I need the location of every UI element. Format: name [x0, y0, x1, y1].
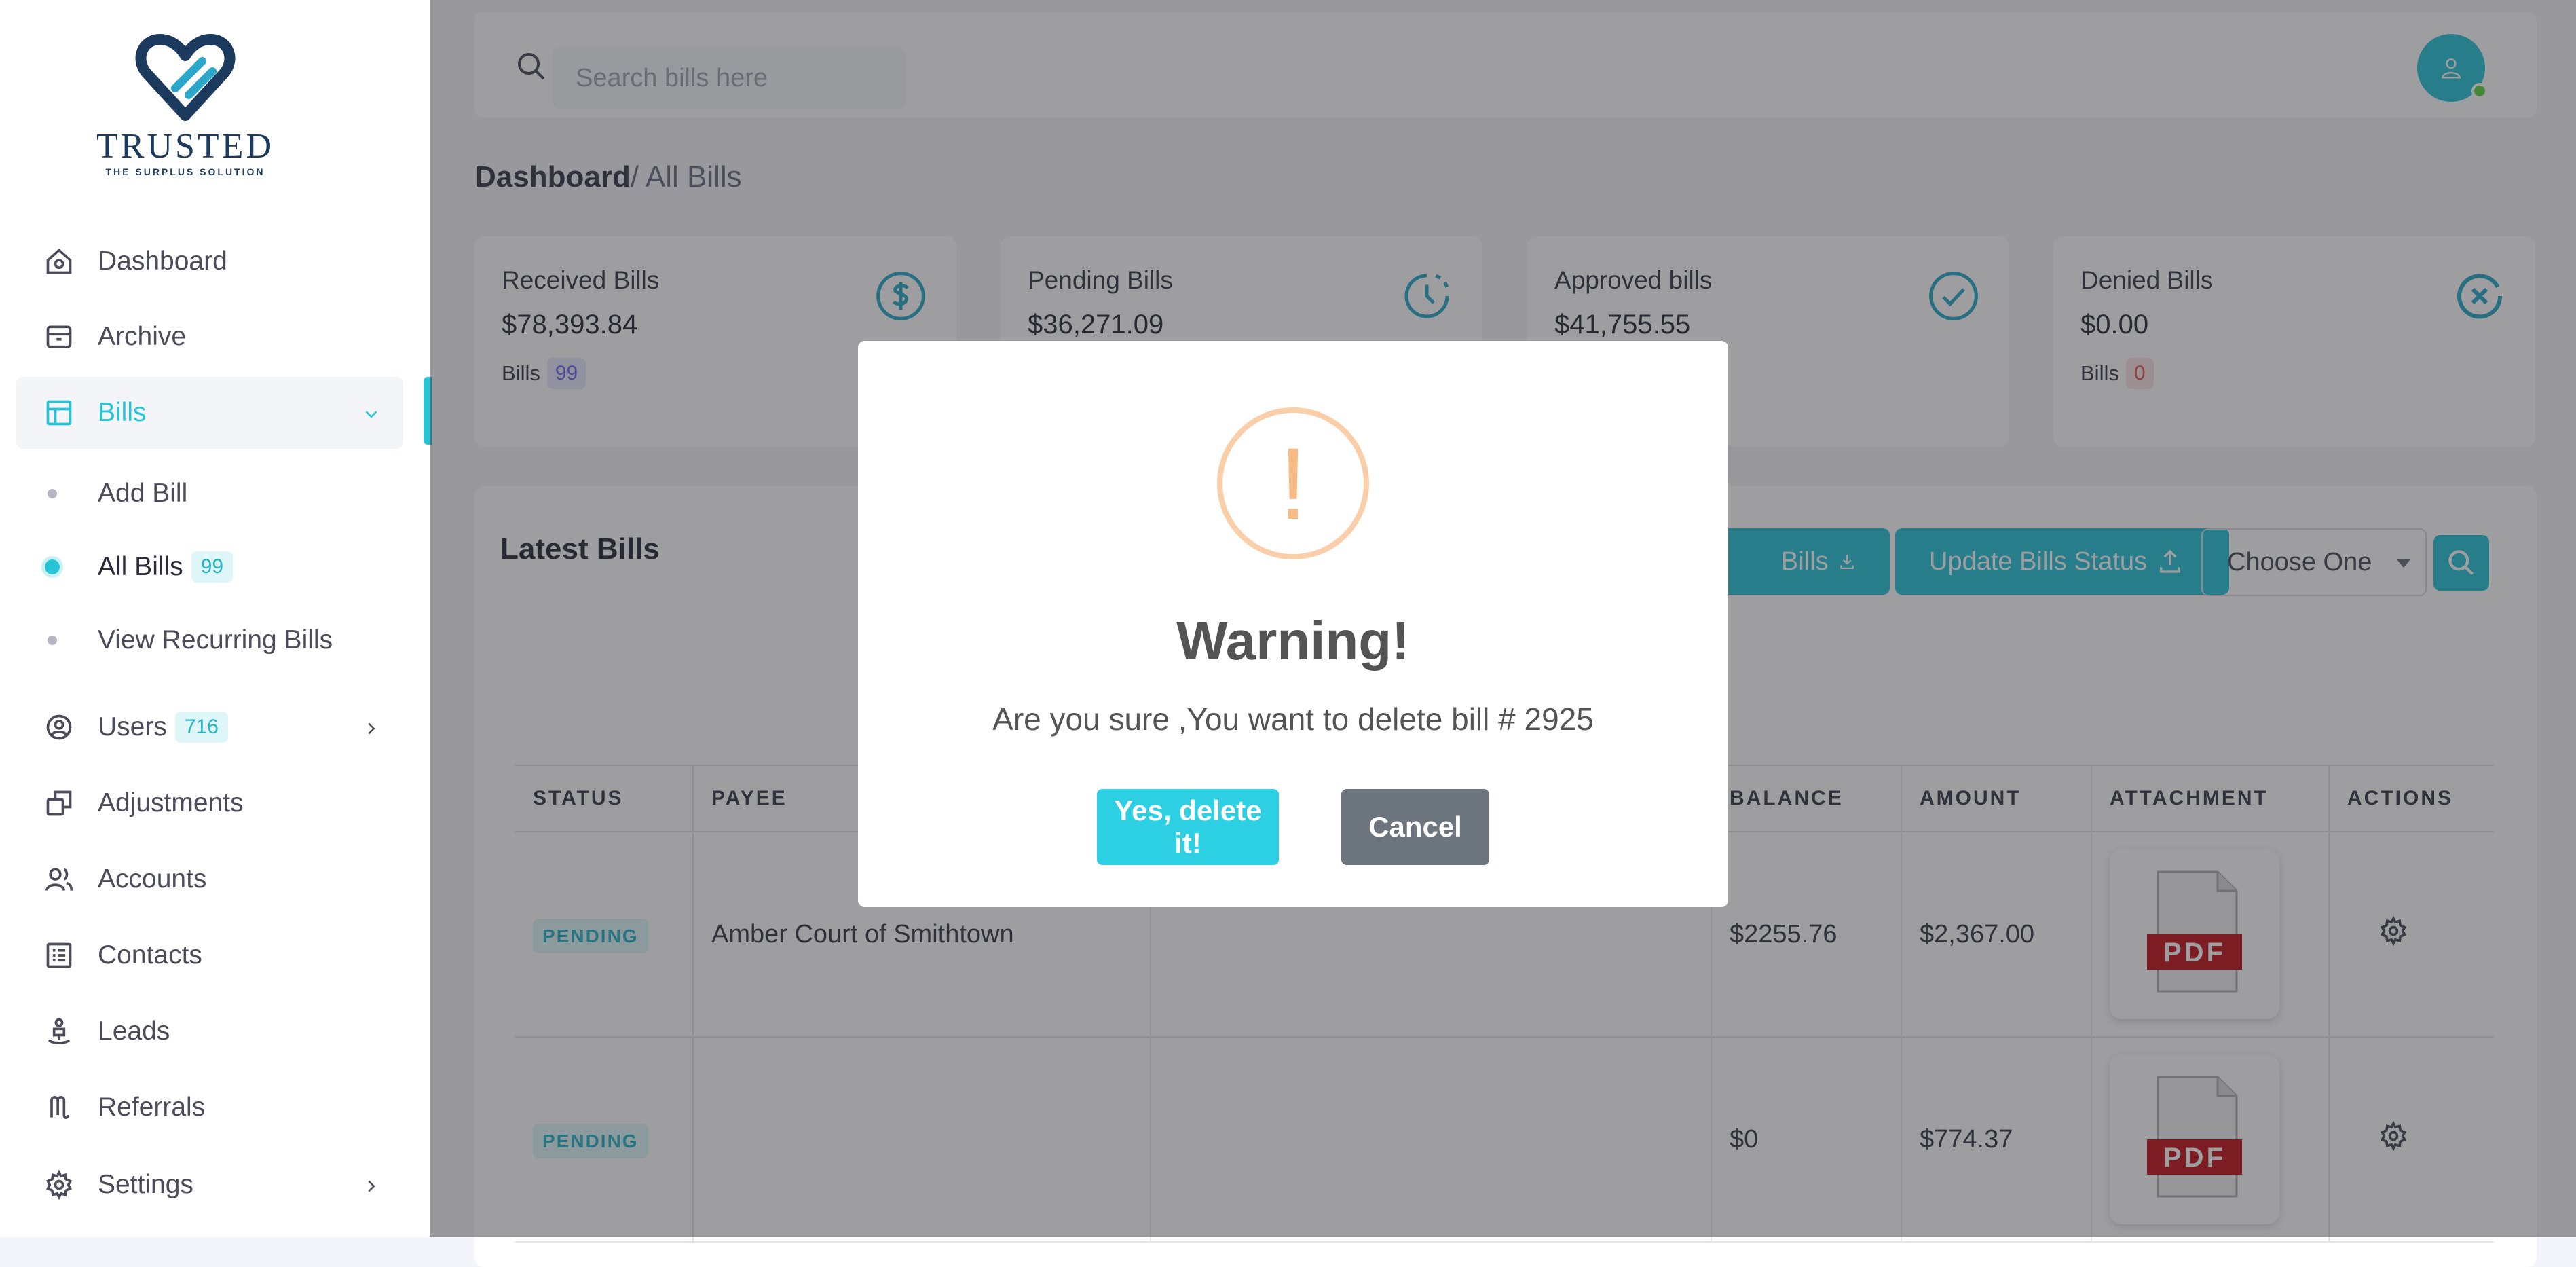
- list-icon: [43, 940, 75, 971]
- gear-icon: [43, 1169, 75, 1200]
- sidebar-item-contacts[interactable]: Contacts: [16, 919, 403, 991]
- sidebar-item-label: Archive: [98, 322, 187, 351]
- sidebar-item-adjustments[interactable]: Adjustments: [16, 767, 403, 839]
- sidebar-item-label: Accounts: [98, 864, 207, 894]
- warning-glyph: !: [1279, 426, 1307, 540]
- sidebar-subitem-label: View Recurring Bills: [98, 625, 333, 655]
- archive-icon: [43, 321, 75, 352]
- logo-tagline: THE SURPLUS SOLUTION: [105, 166, 265, 177]
- sidebar-item-leads[interactable]: Leads: [16, 995, 403, 1067]
- chevron-down-icon: [361, 401, 381, 431]
- sidebar-item-bills[interactable]: Bills: [16, 377, 403, 449]
- sidebar-item-users[interactable]: Users 716: [16, 691, 403, 763]
- user-circle-icon: [43, 712, 75, 743]
- sidebar-item-label: Leads: [98, 1016, 170, 1046]
- sidebar: TRUSTED THE SURPLUS SOLUTION Dashboard A…: [0, 0, 432, 1237]
- sidebar-item-accounts[interactable]: Accounts: [16, 843, 403, 915]
- confirm-delete-button[interactable]: Yes, delete it!: [1097, 789, 1279, 865]
- logo-heart-icon: [135, 34, 236, 121]
- sidebar-item-label: Settings: [98, 1170, 193, 1199]
- bullet-icon: [45, 559, 60, 574]
- users-count-badge: 716: [174, 712, 228, 743]
- sidebar-subitem-all-bills[interactable]: All Bills 99: [45, 543, 234, 591]
- copy-icon: [43, 788, 75, 819]
- delete-confirm-dialog: ! Warning! Are you sure ,You want to del…: [858, 341, 1728, 907]
- logo[interactable]: TRUSTED THE SURPLUS SOLUTION: [87, 34, 284, 197]
- dialog-message: Are you sure ,You want to delete bill # …: [992, 701, 1594, 737]
- warning-icon: !: [1217, 407, 1369, 559]
- sidebar-subitem-label: All Bills: [98, 552, 183, 581]
- sidebar-item-label: Dashboard: [98, 246, 227, 276]
- users-icon: [43, 864, 75, 895]
- dialog-title: Warning!: [1176, 610, 1410, 671]
- sidebar-item-label: Bills: [98, 398, 147, 427]
- sidebar-subitem-recurring-bills[interactable]: View Recurring Bills: [48, 617, 333, 664]
- home-icon: [43, 246, 75, 277]
- bullet-icon: [48, 489, 57, 498]
- logo-brand: TRUSTED: [96, 127, 274, 166]
- sidebar-subitem-label: Add Bill: [98, 479, 188, 508]
- chevron-right-icon: [361, 1173, 381, 1203]
- sidebar-item-archive[interactable]: Archive: [16, 301, 403, 373]
- sidebar-item-settings[interactable]: Settings: [16, 1149, 403, 1221]
- chevron-right-icon: [361, 716, 381, 746]
- lead-icon: [43, 1016, 75, 1047]
- layout-icon: [43, 397, 75, 428]
- sidebar-item-label: Referrals: [98, 1092, 206, 1122]
- referral-icon: [43, 1092, 75, 1123]
- cancel-button[interactable]: Cancel: [1341, 789, 1489, 865]
- bullet-icon: [48, 636, 57, 645]
- sidebar-item-label: Users: [98, 712, 167, 741]
- sidebar-subitem-add-bill[interactable]: Add Bill: [48, 470, 187, 517]
- sidebar-item-label: Contacts: [98, 940, 202, 970]
- sidebar-item-referrals[interactable]: Referrals: [16, 1071, 403, 1143]
- all-bills-count-badge: 99: [191, 551, 234, 583]
- sidebar-item-dashboard[interactable]: Dashboard: [16, 225, 403, 297]
- sidebar-item-label: Adjustments: [98, 788, 244, 818]
